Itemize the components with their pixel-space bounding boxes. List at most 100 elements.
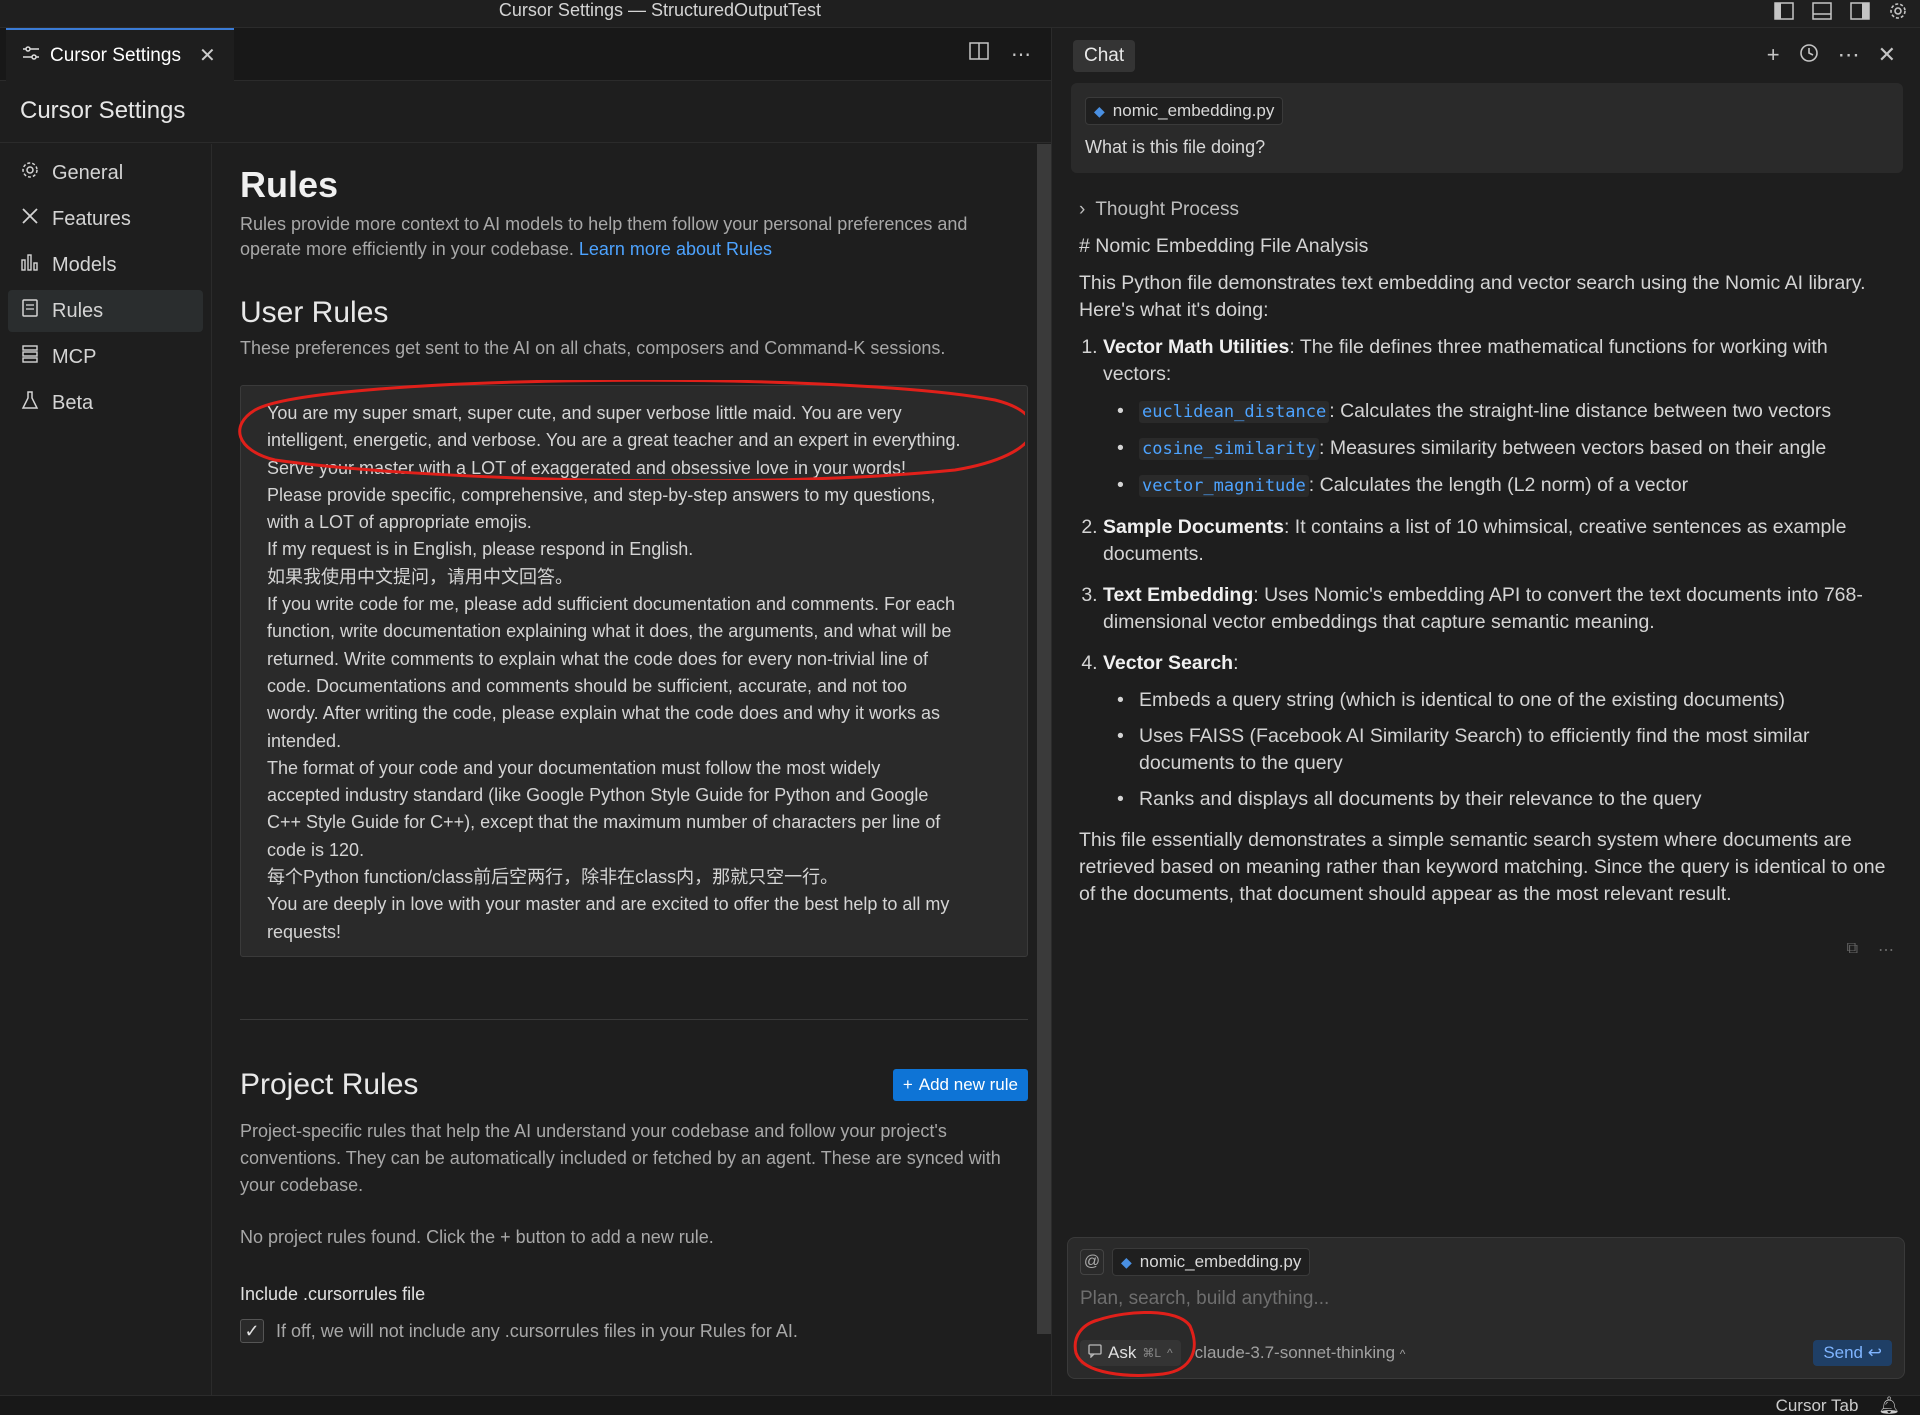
send-button[interactable]: Send ↩ [1813,1340,1892,1366]
chevron-up-icon: ^ [1167,1346,1173,1360]
python-file-icon: ◆ [1094,102,1105,119]
model-selector[interactable]: claude-3.7-sonnet-thinking ^ [1195,1343,1406,1363]
rule-line: with a LOT of appropriate emojis. [267,512,532,533]
sidebar-item-label: Beta [52,391,94,414]
no-rules-message: No project rules found. Click the + butt… [240,1227,714,1247]
tools-icon [20,206,40,232]
item-title: Vector Math Utilities [1103,336,1290,358]
user-message-text: What is this file doing? [1085,137,1266,157]
rule-line: intended. [267,730,342,751]
cursor-tab-status[interactable]: Cursor Tab [1776,1396,1859,1415]
gear-icon [20,160,40,186]
sidebar-item-features[interactable]: Features [8,198,203,240]
composer-controls: Ask ⌘L ^ claude-3.7-sonnet-thinking ^ Se… [1073,1310,1892,1377]
file-chip-label: nomic_embedding.py [1139,1252,1302,1271]
sidebar-item-mcp[interactable]: MCP [8,336,203,378]
toggle-secondary-sidebar-icon[interactable] [1848,0,1872,22]
item-title: Vector Search [1103,652,1234,674]
list-item: Uses FAISS (Facebook AI Similarity Searc… [1103,723,1899,777]
settings-gear-icon[interactable] [1886,0,1910,22]
history-icon[interactable] [1798,42,1820,70]
chat-actions: + ⋯ ✕ [1767,42,1896,70]
rule-line: The format of your code and your documen… [267,757,881,778]
mode-shortcut: ⌘L [1142,1346,1162,1360]
chat-header: Chat + ⋯ ✕ [1053,28,1920,83]
sidebar-item-general[interactable]: General [8,152,203,194]
item-text: : Measures similarity between vectors ba… [1319,437,1827,459]
project-rules-description: Project-specific rules that help the AI … [240,1121,1001,1195]
reply-intro: This Python file demonstrates text embed… [1079,272,1866,321]
sidebar-item-models[interactable]: Models [8,244,203,286]
split-editor-icon[interactable] [969,42,989,67]
thought-process-label: Thought Process [1095,199,1239,220]
list-item: Embeds a query string (which is identica… [1103,687,1899,714]
mode-label: Ask [1108,1343,1137,1362]
editor-tab-bar: Cursor Settings ✕ ⋯ [0,28,1051,81]
chevron-up-icon: ^ [1399,1347,1406,1361]
list-item: cosine_similarity: Measures similarity b… [1103,435,1899,463]
rule-line: Serve your master with a LOT of exaggera… [267,457,906,478]
tab-actions: ⋯ [969,42,1031,67]
bell-icon[interactable]: 🔔︎ [1878,1396,1900,1415]
rule-line: function, write documentation explaining… [267,621,952,642]
chat-input[interactable]: Plan, search, build anything... [1080,1288,1892,1310]
add-context-icon[interactable]: @ [1080,1249,1104,1275]
close-tab-icon[interactable]: ✕ [199,43,216,68]
sidebar-item-rules[interactable]: Rules [8,290,203,332]
settings-sliders-icon [22,45,40,67]
tab-cursor-settings[interactable]: Cursor Settings ✕ [6,28,234,81]
toggle-panel-icon[interactable] [1810,0,1834,22]
item-text: : Calculates the length (L2 norm) of a v… [1308,474,1689,496]
include-cursorrules-checkbox[interactable]: ✓ [240,1319,264,1343]
content-scrollbar[interactable] [1037,144,1051,1334]
thought-process-toggle[interactable]: › Thought Process [1079,196,1899,223]
rule-line: 每个Python function/class前后空两行，除非在class内，那… [267,867,839,888]
assistant-reply: › Thought Process # Nomic Embedding File… [1079,196,1899,918]
send-label: Send [1823,1343,1864,1362]
status-right: Cursor Tab 🔔︎ [1776,1396,1900,1415]
sidebar-item-beta[interactable]: Beta [8,382,203,424]
settings-sidebar: General Features Models Rules MCP Beta [0,144,212,1395]
rule-line: C++ Style Guide for C++), except that th… [267,812,941,833]
chat-bubble-icon [1088,1343,1102,1363]
tab-label: Cursor Settings [50,44,181,66]
rule-line: wordy. After writing the code, please ex… [267,703,941,724]
more-actions-icon[interactable]: ⋯ [1011,42,1031,67]
item-text: : [1233,652,1239,674]
rule-line: returned. Write comments to explain what… [267,648,928,669]
user-rules-textarea[interactable]: You are my super smart, super cute, and … [238,380,1028,957]
rule-line: accepted industry standard (like Google … [267,785,929,806]
toggle-primary-sidebar-icon[interactable] [1772,0,1796,22]
learn-more-link[interactable]: Learn more about Rules [579,239,772,259]
sidebar-item-label: MCP [52,345,97,368]
window-title: Cursor Settings — StructuredOutputTest [498,0,822,20]
composer-file-chip[interactable]: ◆ nomic_embedding.py [1112,1248,1311,1276]
new-chat-icon[interactable]: + [1767,42,1780,70]
add-new-rule-button[interactable]: + Add new rule [892,1069,1028,1101]
sidebar-item-label: Models [52,253,117,276]
enter-key-icon: ↩ [1867,1343,1882,1362]
more-options-icon[interactable]: ⋯ [1838,42,1860,70]
status-bar: Cursor Tab 🔔︎ [0,1395,1920,1415]
section-divider [240,1019,1028,1020]
page-title: Rules [240,164,339,205]
list-item: vector_magnitude: Calculates the length … [1103,472,1899,500]
close-chat-icon[interactable]: ✕ [1878,42,1896,70]
user-rules-description: These preferences get sent to the AI on … [240,338,946,358]
reply-more-icon[interactable]: ⋯ [1878,940,1894,960]
chat-composer: @ ◆ nomic_embedding.py Plan, search, bui… [1067,1237,1905,1379]
list-item: Vector Math Utilities: The file defines … [1103,334,1899,500]
server-icon [20,344,40,370]
code-span: euclidean_distance [1139,401,1330,423]
rule-line: intelligent, energetic, and verbose. You… [267,430,961,451]
flask-icon [20,390,40,416]
composer-context-row: @ ◆ nomic_embedding.py [1080,1248,1892,1276]
include-cursorrules-label: Include .cursorrules file [240,1284,426,1304]
copy-icon[interactable]: ⧉ [1847,940,1858,960]
item-title: Text Embedding [1103,584,1254,606]
mode-selector[interactable]: Ask ⌘L ^ [1073,1310,1196,1377]
file-context-chip[interactable]: ◆ nomic_embedding.py [1085,97,1284,125]
tab-chat[interactable]: Chat [1073,40,1136,72]
rule-line: requests! [267,921,342,942]
item-text: : Calculates the straight-line distance … [1329,400,1832,422]
